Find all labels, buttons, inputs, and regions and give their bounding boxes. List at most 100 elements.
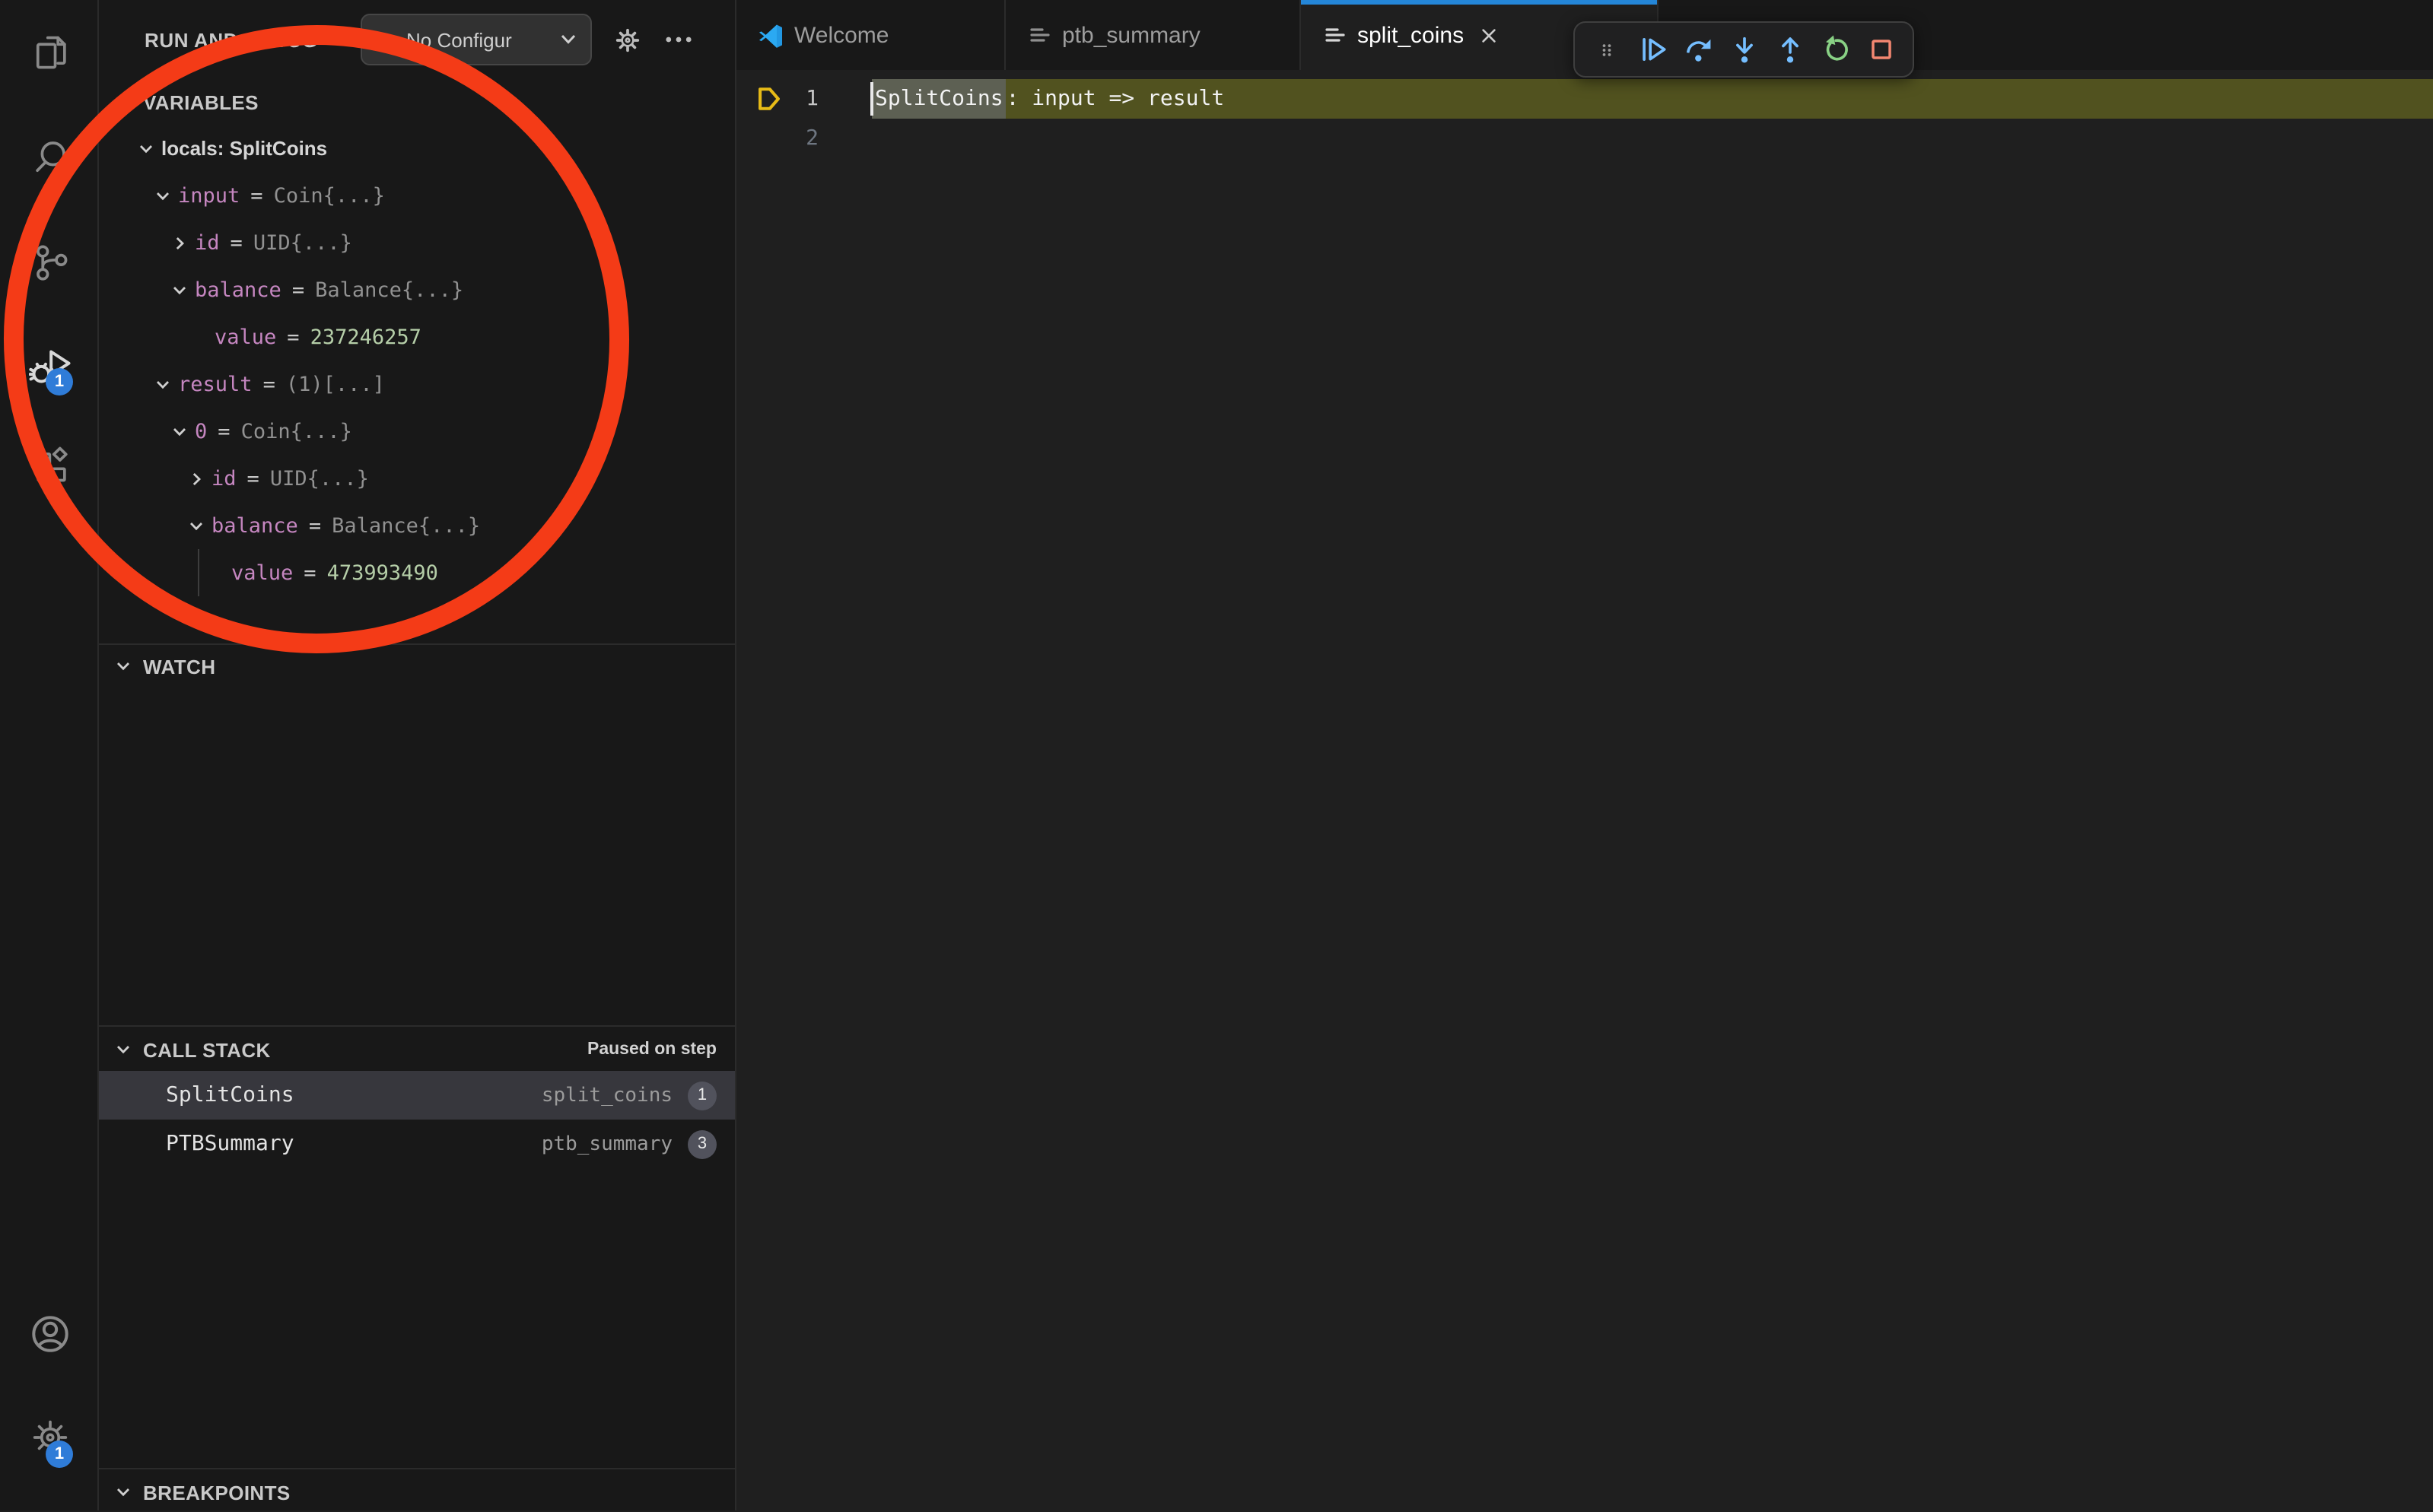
section-separator [99,1025,735,1027]
chevron-down-icon [111,93,135,111]
variable-row[interactable]: 0=Coin{...} [99,408,735,455]
code-line-2[interactable]: 2 [736,119,2433,158]
variables-section-title: VARIABLES [143,91,259,113]
step-into-button[interactable] [1721,27,1767,72]
run-debug-sidebar: RUN AND DEBUG No Configur [99,0,736,1510]
debug-config-dropdown[interactable]: No Configur [361,14,592,65]
frame-name: SplitCoins [166,1083,294,1107]
activity-explorer-button[interactable] [0,15,99,88]
variable-row[interactable]: value=473993490 [99,549,735,596]
chevron-down-icon[interactable] [151,375,175,393]
activity-extensions-button[interactable] [0,429,99,502]
activity-account-button[interactable] [0,1298,99,1371]
activity-source-control-button[interactable] [0,225,99,298]
paused-status-text: Paused on step [587,1040,717,1059]
watch-section-title: WATCH [143,655,215,678]
chevron-down-icon [560,33,577,46]
call-stack-frame[interactable]: PTBSummary ptb_summary 3 [99,1120,735,1168]
code-text: SplitCoins: input => result [872,79,2433,119]
toolbar-drag-handle[interactable] [1584,27,1630,72]
equals-sign: = [309,513,321,538]
frame-file: split_coins [542,1084,673,1107]
chevron-down-icon[interactable] [184,516,208,535]
equals-sign: = [250,183,262,208]
variable-row[interactable]: result=(1)[...] [99,361,735,408]
editor-area: Welcome ptb_summary split_coins [736,0,2433,1510]
variable-value: Balance{...} [315,278,463,302]
continue-button[interactable] [1630,27,1675,72]
variable-name: id [195,230,220,255]
ellipsis-icon [665,35,692,44]
frame-name: PTBSummary [166,1132,294,1156]
chevron-down-icon[interactable] [151,186,175,205]
frame-file: ptb_summary [542,1132,673,1155]
vscode-logo-icon [758,22,784,48]
restart-button[interactable] [1812,27,1858,72]
equals-sign: = [218,419,230,443]
close-icon[interactable] [1479,25,1499,45]
debug-settings-gear-button[interactable] [601,14,653,65]
chevron-right-icon[interactable] [184,469,208,488]
variable-row[interactable]: id=UID{...} [99,219,735,266]
step-over-button[interactable] [1675,27,1721,72]
variables-scope-row[interactable]: locals: SplitCoins [99,125,735,172]
tab-ptb-summary[interactable]: ptb_summary [1006,0,1301,70]
gear-icon [614,27,640,52]
files-icon [30,32,69,71]
variable-name: result [178,372,253,396]
chevron-down-icon [111,657,135,675]
tab-welcome[interactable]: Welcome [736,0,1006,70]
variable-value: UID{...} [270,466,369,491]
code-line-1[interactable]: 1 SplitCoins: input => result [736,79,2433,119]
variable-name: 0 [195,419,207,443]
variable-name: balance [195,278,281,302]
activity-bar: 1 [0,0,99,1510]
variable-row[interactable]: id=UID{...} [99,455,735,502]
variable-value: 237246257 [310,325,421,349]
variable-name: value [215,325,276,349]
account-icon [28,1313,71,1355]
file-list-icon [1027,23,1051,47]
equals-sign: = [304,561,316,585]
tab-label: ptb_summary [1062,22,1201,48]
variable-name: balance [211,513,298,538]
call-stack-section-header[interactable]: CALL STACK Paused on step [99,1030,735,1069]
variable-value: Balance{...} [332,513,480,538]
variable-value: 473993490 [327,561,438,585]
step-out-button[interactable] [1767,27,1812,72]
breakpoints-section-header[interactable]: BREAKPOINTS [99,1472,735,1512]
variable-row[interactable]: value = 237246257 [99,313,735,361]
frame-line-badge: 3 [688,1129,717,1158]
section-separator [99,643,735,645]
debug-config-label: No Configur [406,28,549,51]
vscode-window: 1 [0,0,2433,1510]
frame-line-badge: 1 [688,1081,717,1110]
chevron-down-icon[interactable] [167,281,192,299]
equals-sign: = [287,325,299,349]
variable-row[interactable]: input=Coin{...} [99,172,735,219]
sidebar-header: RUN AND DEBUG No Configur [99,0,735,79]
debug-pointer-icon[interactable] [756,84,782,120]
variable-value: UID{...} [253,230,352,255]
chevron-right-icon[interactable] [167,233,192,252]
variable-name: input [178,183,240,208]
views-more-actions-button[interactable] [653,14,704,65]
search-icon [30,137,69,176]
variable-row[interactable]: balance = Balance{...} [99,502,735,549]
watch-section-header[interactable]: WATCH [99,646,735,686]
variable-value: (1)[...] [286,372,385,396]
call-stack-frame[interactable]: SplitCoins split_coins 1 [99,1071,735,1120]
tab-label: Welcome [794,22,889,48]
chevron-down-icon[interactable] [167,422,192,440]
stop-button[interactable] [1858,27,1903,72]
line-number: 2 [779,119,819,158]
activity-settings-button[interactable]: 1 [0,1401,99,1474]
debug-toolbar [1573,21,1914,78]
chevron-down-icon[interactable] [134,139,158,157]
tab-label: split_coins [1357,22,1464,48]
tree-indent-guide [198,549,199,596]
variable-row[interactable]: balance=Balance{...} [99,266,735,313]
activity-search-button[interactable] [0,120,99,193]
activity-run-debug-button[interactable]: 1 [0,329,99,402]
variables-section-header[interactable]: VARIABLES [99,82,735,122]
